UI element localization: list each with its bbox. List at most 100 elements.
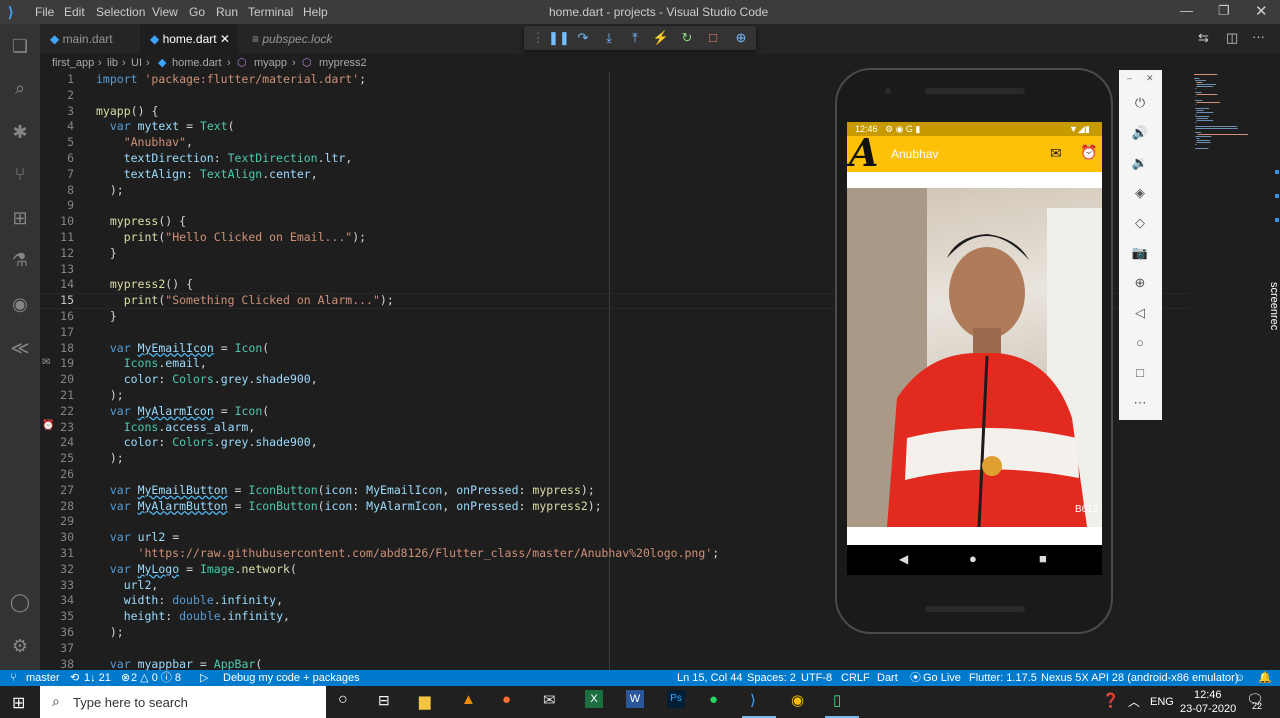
file-explorer-icon[interactable]: ▆ — [419, 692, 431, 710]
notifications-bell-icon[interactable]: 🔔 — [1258, 670, 1272, 686]
device-selector[interactable]: Nexus 5X API 28 (android-x86 emulator) — [1041, 670, 1239, 686]
word-icon[interactable]: W — [626, 690, 644, 708]
explorer-icon[interactable]: ❏ — [8, 34, 32, 58]
code-line[interactable]: 31 'https://raw.githubusercontent.com/ab… — [40, 546, 840, 562]
code-line[interactable]: 21 ); — [40, 388, 840, 404]
home-icon[interactable]: ○ — [1131, 334, 1149, 352]
menu-run[interactable]: Run — [216, 5, 238, 19]
drag-handle-icon[interactable]: ⋮ — [529, 29, 547, 47]
tray-expand-icon[interactable]: ︿ — [1128, 693, 1140, 710]
pause-icon[interactable]: ❚❚ — [548, 29, 570, 47]
code-line[interactable]: 26 — [40, 467, 840, 483]
code-line[interactable]: 6 textDirection: TextDirection.ltr, — [40, 151, 840, 167]
split-editor-icon[interactable]: ◫ — [1226, 30, 1238, 46]
code-line[interactable]: 12 } — [40, 246, 840, 262]
flutter-icon[interactable]: ≪ — [8, 336, 32, 360]
breadcrumb-item[interactable]: mypress2 — [319, 54, 367, 72]
code-line[interactable]: 10 mypress() { — [40, 214, 840, 230]
step-into-icon[interactable]: ⤓ — [600, 29, 618, 47]
clock-time[interactable]: 12:46 — [1194, 689, 1222, 701]
code-line[interactable]: 16 } — [40, 309, 840, 325]
breadcrumb-item[interactable]: myapp — [254, 54, 287, 72]
code-line[interactable]: 8 ); — [40, 183, 840, 199]
minimap[interactable] — [1190, 72, 1265, 172]
more-actions-icon[interactable]: ··· — [1252, 29, 1265, 44]
step-out-icon[interactable]: ⤒ — [626, 29, 644, 47]
indentation[interactable]: Spaces: 2 — [747, 670, 796, 686]
code-line[interactable]: 22 var MyAlarmIcon = Icon( — [40, 404, 840, 420]
inspect-icon[interactable]: ⊕ — [732, 29, 750, 47]
mail-icon[interactable]: ✉ — [543, 691, 556, 709]
stop-icon[interactable]: □ — [704, 29, 722, 47]
testing-icon[interactable]: ⚗ — [8, 248, 32, 272]
code-line[interactable]: 29 — [40, 514, 840, 530]
rotate-right-icon[interactable]: ◇ — [1131, 214, 1149, 232]
menu-file[interactable]: File — [35, 5, 54, 19]
code-line[interactable]: 18 var MyEmailIcon = Icon( — [40, 341, 840, 357]
code-line[interactable]: 28 var MyAlarmButton = IconButton(icon: … — [40, 499, 840, 515]
flutter-version[interactable]: Flutter: 1.17.5 — [969, 670, 1037, 686]
breadcrumb-item[interactable]: home.dart — [172, 54, 222, 72]
vscode-taskbar-icon[interactable]: ⟩ — [750, 691, 756, 709]
breadcrumb-item[interactable]: first_app — [52, 54, 94, 72]
tab-main-dart[interactable]: ◆ main.dart — [40, 24, 136, 54]
menu-selection[interactable]: Selection — [96, 5, 145, 19]
volume-up-icon[interactable]: 🔊 — [1131, 124, 1149, 142]
menu-go[interactable]: Go — [189, 5, 205, 19]
code-line[interactable]: 25 ); — [40, 451, 840, 467]
zoom-icon[interactable]: ⊕ — [1131, 274, 1149, 292]
code-line[interactable]: 7 textAlign: TextAlign.center, — [40, 167, 840, 183]
android-emulator-icon[interactable]: ▯ — [833, 691, 841, 709]
task-view-icon[interactable]: ⊟ — [378, 692, 390, 709]
firefox-icon[interactable]: ● — [502, 691, 511, 708]
encoding[interactable]: UTF-8 — [801, 670, 832, 686]
hot-reload-icon[interactable]: ⚡ — [652, 29, 670, 47]
cortana-icon[interactable]: ○ — [338, 691, 348, 709]
code-line[interactable]: 38 var myappbar = AppBar( — [40, 657, 840, 670]
code-line[interactable]: 11 print("Hello Clicked on Email..."); — [40, 230, 840, 246]
code-line[interactable]: 2 — [40, 88, 840, 104]
breadcrumb-item[interactable]: UI — [131, 54, 142, 72]
step-over-icon[interactable]: ↷ — [574, 29, 592, 47]
menu-view[interactable]: View — [152, 5, 178, 19]
vlc-icon[interactable]: ▲ — [461, 691, 476, 708]
overview-icon[interactable]: □ — [1131, 364, 1149, 382]
code-line[interactable]: 33 url2, — [40, 578, 840, 594]
code-line[interactable]: 17 — [40, 325, 840, 341]
clock-date[interactable]: 23-07-2020 — [1180, 703, 1236, 715]
settings-gear-icon[interactable]: ⚙ — [8, 634, 32, 658]
source-control-icon[interactable]: ⑂ — [8, 162, 32, 186]
code-line[interactable]: 30 var url2 = — [40, 530, 840, 546]
feedback-icon[interactable]: ☺ — [1234, 670, 1245, 686]
tab-home-dart[interactable]: ◆ home.dart ✕ — [140, 24, 238, 54]
chrome-icon[interactable]: ◉ — [791, 691, 804, 709]
volume-down-icon[interactable]: 🔉 — [1131, 154, 1149, 172]
breadcrumb-item[interactable]: lib — [107, 54, 118, 72]
help-icon[interactable]: ❓ — [1102, 692, 1119, 709]
minimize-icon[interactable]: — — [1180, 3, 1193, 18]
branch-name[interactable]: master — [26, 670, 60, 686]
code-line[interactable]: 23 Icons.access_alarm, — [40, 420, 840, 436]
line-ending[interactable]: CRLF — [841, 670, 870, 686]
menu-terminal[interactable]: Terminal — [248, 5, 293, 19]
email-icon[interactable]: ✉ — [1050, 145, 1062, 162]
tab-close-icon[interactable]: ✕ — [217, 32, 230, 46]
code-line[interactable]: 24 color: Colors.grey.shade900, — [40, 435, 840, 451]
debug-icon[interactable]: ✱ — [8, 120, 32, 144]
nav-home-icon[interactable]: ● — [969, 551, 977, 566]
code-line[interactable]: 13 — [40, 262, 840, 278]
emu-close-icon[interactable]: ✕ — [1146, 73, 1154, 84]
code-line[interactable]: 1 import 'package:flutter/material.dart'; — [40, 72, 840, 88]
code-line[interactable]: 20 color: Colors.grey.shade900, — [40, 372, 840, 388]
code-line[interactable]: 15 print("Something Clicked on Alarm..."… — [40, 293, 840, 309]
restart-icon[interactable]: ↻ — [678, 29, 696, 47]
debug-config[interactable]: Debug my code + packages — [223, 670, 360, 686]
tab-pubspec-lock[interactable]: ≡ pubspec.lock — [242, 24, 352, 54]
close-icon[interactable]: ✕ — [1255, 2, 1268, 20]
code-line[interactable]: 32 var MyLogo = Image.network( — [40, 562, 840, 578]
screenshot-icon[interactable]: 📷 — [1131, 244, 1149, 262]
search-icon[interactable]: ⌕ — [8, 76, 32, 100]
code-line[interactable]: 37 — [40, 641, 840, 657]
excel-icon[interactable]: X — [585, 690, 603, 708]
keyboard-language[interactable]: ENG — [1150, 696, 1174, 708]
